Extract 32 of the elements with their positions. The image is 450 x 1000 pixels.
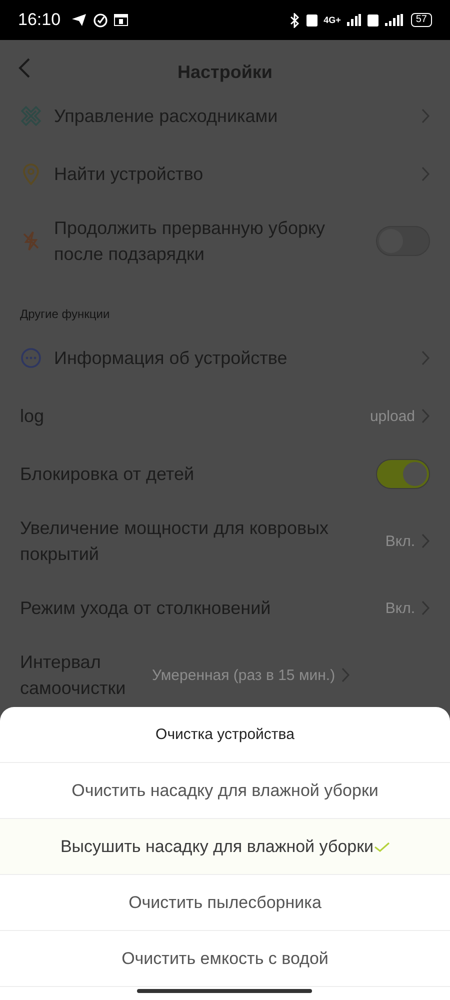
signal-icon bbox=[384, 14, 403, 26]
sheet-option[interactable]: Очистить пылесборника bbox=[0, 875, 450, 931]
signal-icon bbox=[346, 14, 361, 26]
location-pin-icon bbox=[20, 163, 42, 185]
more-circle-icon bbox=[20, 347, 42, 369]
sheet-option[interactable]: Высушить насадку для влажной уборки bbox=[0, 819, 450, 875]
paper-plane-icon bbox=[70, 13, 87, 27]
back-icon[interactable] bbox=[17, 57, 31, 79]
chevron-right-icon[interactable] bbox=[421, 533, 430, 549]
setting-value: Умеренная (раз в 15 мин.) bbox=[152, 666, 336, 684]
setting-value: Вкл. bbox=[385, 600, 415, 616]
bluetooth-icon bbox=[290, 12, 300, 28]
notification-icon bbox=[114, 14, 128, 26]
section-label: Другие функции bbox=[19, 306, 111, 323]
status-time: 16:10 bbox=[18, 10, 61, 30]
chevron-right-icon[interactable] bbox=[421, 350, 430, 366]
chevron-right-icon[interactable] bbox=[421, 166, 430, 182]
chevron-right-icon[interactable] bbox=[341, 667, 350, 683]
home-indicator[interactable] bbox=[137, 989, 312, 993]
battery-level: 57 bbox=[410, 13, 432, 27]
toggle-switch[interactable] bbox=[376, 459, 430, 489]
setting-value: Вкл. bbox=[385, 532, 415, 550]
setting-value: upload bbox=[370, 408, 415, 424]
checkmark-icon bbox=[374, 840, 390, 852]
chevron-right-icon[interactable] bbox=[421, 600, 430, 616]
chevron-right-icon[interactable] bbox=[421, 108, 430, 124]
chevron-right-icon[interactable] bbox=[421, 408, 430, 424]
sheet-title: Очистка устройства bbox=[0, 707, 450, 763]
lattice-icon bbox=[20, 105, 42, 127]
check-circle-icon bbox=[92, 12, 108, 28]
sheet-option[interactable]: Очистить емкость с водой bbox=[0, 931, 450, 987]
network-type: 4G+ bbox=[324, 15, 341, 25]
